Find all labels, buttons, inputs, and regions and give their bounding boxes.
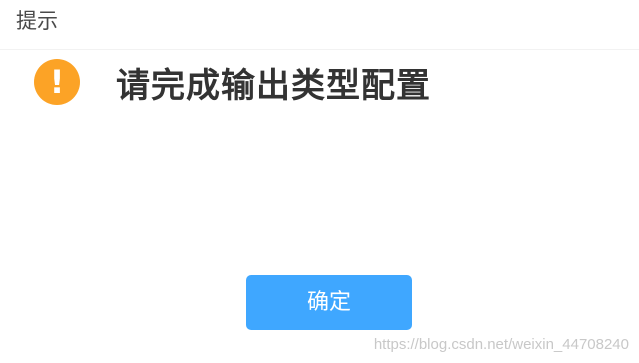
watermark-url: https://blog.csdn.net/weixin_44708240: [373, 336, 629, 353]
confirm-button[interactable]: 确定: [246, 275, 412, 330]
message-dialog: 提示 ! 请完成输出类型配置 确定 https://blog.csdn.net/…: [0, 0, 639, 363]
dialog-message: 请完成输出类型配置: [116, 66, 431, 106]
dialog-header: 提示: [0, 0, 639, 50]
warning-icon: !: [34, 59, 80, 105]
dialog-title: 提示: [16, 9, 58, 33]
